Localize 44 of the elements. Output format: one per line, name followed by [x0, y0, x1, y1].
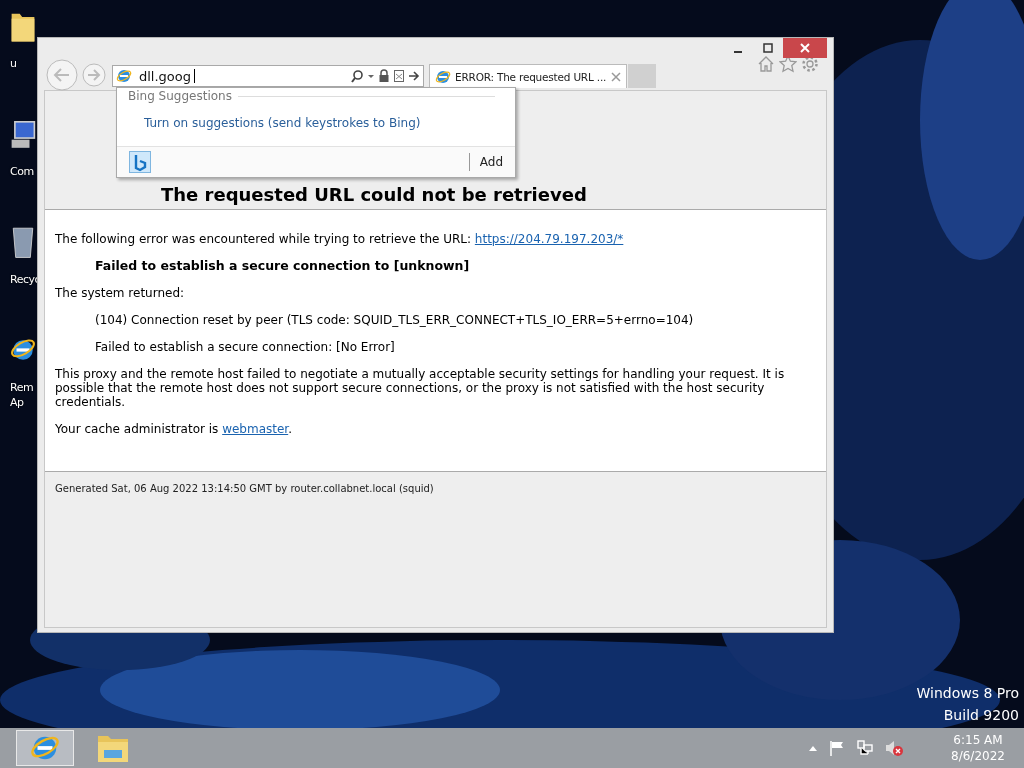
- browser-tab[interactable]: ERROR: The requested URL ...: [429, 64, 627, 88]
- page-heading: The requested URL could not be retrieved: [161, 184, 587, 205]
- icon-label: Com: [10, 164, 34, 179]
- home-icon[interactable]: [757, 55, 775, 73]
- add-button[interactable]: Add: [468, 153, 515, 171]
- address-text: dll.goog: [139, 68, 192, 84]
- suggestions-link[interactable]: Turn on suggestions (send keystrokes to Bing): [144, 116, 421, 130]
- url-link[interactable]: https://204.79.197.203/*: [474, 232, 624, 246]
- system-returned-label: The system returned:: [55, 286, 186, 300]
- lock-icon[interactable]: [378, 69, 390, 83]
- go-arrow-icon[interactable]: [408, 69, 420, 83]
- suggestions-header: Bing Suggestions: [128, 89, 232, 103]
- icon-label: Rem: [10, 380, 34, 395]
- icon-label: u: [10, 56, 17, 71]
- icon-label: Ap: [10, 395, 25, 410]
- taskbar-button[interactable]: [16, 730, 74, 766]
- muted-speaker-icon[interactable]: [884, 739, 904, 757]
- search-icon[interactable]: [350, 69, 364, 83]
- browser-icon: [435, 68, 451, 85]
- error-intro: The following error was encountered while trying to retrieve the URL: https://204.79.197.203/*: [55, 232, 625, 246]
- close-icon: [800, 43, 810, 53]
- minimize-icon: [734, 51, 742, 53]
- close-tab-icon[interactable]: [611, 71, 621, 82]
- page-icon[interactable]: [393, 69, 405, 83]
- error-message: Failed to establish a secure connection to [unknown]: [95, 259, 471, 273]
- webmaster-link[interactable]: webmaster: [222, 422, 289, 436]
- close-button[interactable]: [783, 38, 827, 58]
- browser-icon: [116, 68, 132, 84]
- show-hidden-icons-icon[interactable]: [808, 744, 818, 752]
- search-provider-icon[interactable]: [129, 151, 151, 173]
- folder-icon: [97, 733, 129, 763]
- settings-icon[interactable]: [801, 55, 819, 73]
- flag-icon[interactable]: [828, 739, 846, 757]
- watermark-text: Build 9200: [943, 706, 1019, 725]
- network-icon[interactable]: [856, 739, 874, 757]
- watermark-text: Windows 8 Pro: [916, 684, 1019, 703]
- error-detail: (104) Connection reset by peer (TLS code: SQUID_TLS_ERR_CONNECT+TLS_IO_ERR=5+errno=104): [95, 313, 695, 327]
- address-bar[interactable]: dll.goog: [112, 65, 424, 87]
- footer-text: Generated Sat, 06 Aug 2022 13:14:50 GMT by router.collabnet.local (squid): [55, 483, 434, 494]
- maximize-icon: [763, 43, 773, 53]
- error-detail: Failed to establish a secure connection: [No Error]: [95, 340, 396, 354]
- admin-text: Your cache administrator is webmaster.: [55, 422, 293, 436]
- star-icon[interactable]: [779, 55, 797, 73]
- explanation-text: This proxy and the remote host failed to negotiate a mutually acceptable security settings for handling your request. It is possible that the remote host does not support secure connections, or the proxy is not satisfied with the host security credentials.: [55, 367, 786, 409]
